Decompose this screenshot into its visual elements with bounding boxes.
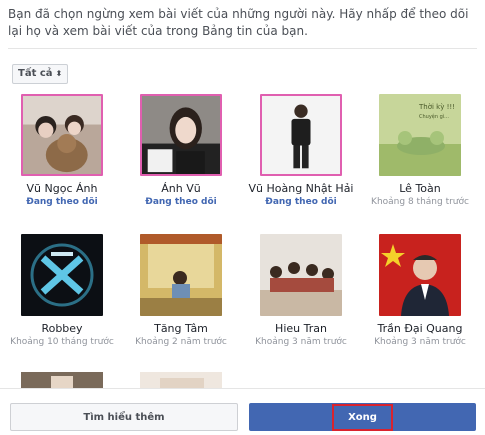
avatar[interactable] bbox=[21, 94, 103, 176]
person-card[interactable]: Ánh Vũ Đang theo dõi bbox=[121, 94, 241, 207]
person-name[interactable]: Hieu Tran bbox=[241, 322, 361, 335]
svg-text:Chuyện gì...: Chuyện gì... bbox=[419, 113, 449, 120]
person-card[interactable]: Trần Đại Quang Khoảng 3 năm trước bbox=[360, 234, 480, 347]
avatar[interactable] bbox=[140, 94, 222, 176]
avatar-partial[interactable] bbox=[21, 372, 103, 388]
done-label: Xong bbox=[332, 403, 393, 431]
person-status: Khoảng 8 tháng trước bbox=[371, 197, 469, 207]
sort-icon: ⬍ bbox=[55, 69, 63, 78]
person-status[interactable]: Đang theo dõi bbox=[2, 197, 122, 207]
person-name[interactable]: Trần Đại Quang bbox=[360, 322, 480, 335]
filter-label: Tất cả bbox=[18, 68, 53, 79]
intro-text: Bạn đã chọn ngừng xem bài viết của những… bbox=[8, 7, 469, 38]
avatar[interactable]: Thời kỳ !!! Chuyện gì... bbox=[379, 94, 461, 176]
person-status: Khoảng 2 năm trước bbox=[135, 337, 227, 347]
svg-text:Thời kỳ !!!: Thời kỳ !!! bbox=[418, 103, 455, 111]
person-name[interactable]: Robbey bbox=[2, 322, 122, 335]
person-card[interactable]: Robbey Khoảng 10 tháng trước bbox=[2, 234, 122, 347]
done-button[interactable]: Xong bbox=[249, 403, 476, 431]
person-name[interactable]: Ánh Vũ bbox=[121, 182, 241, 195]
avatar[interactable] bbox=[21, 234, 103, 316]
filter-dropdown[interactable]: Tất cả ⬍ bbox=[12, 64, 69, 84]
person-card[interactable]: Tăng Tâm Khoảng 2 năm trước bbox=[121, 234, 241, 347]
person-status[interactable]: Đang theo dõi bbox=[121, 197, 241, 207]
person-card[interactable]: Hieu Tran Khoảng 3 năm trước bbox=[241, 234, 361, 347]
avatar[interactable] bbox=[260, 234, 342, 316]
person-status: Khoảng 10 tháng trước bbox=[10, 337, 114, 347]
avatar[interactable] bbox=[379, 234, 461, 316]
person-card[interactable]: Vũ Ngọc Ánh Đang theo dõi bbox=[2, 94, 122, 207]
learn-more-button[interactable]: Tìm hiểu thêm bbox=[10, 403, 238, 431]
avatar-partial[interactable] bbox=[140, 372, 222, 388]
person-status: Khoảng 3 năm trước bbox=[374, 337, 466, 347]
person-card[interactable]: Thời kỳ !!! Chuyện gì... Lê Toàn Khoảng … bbox=[360, 94, 480, 207]
divider bbox=[8, 48, 477, 49]
person-status: Khoảng 3 năm trước bbox=[255, 337, 347, 347]
person-name[interactable]: Vũ Hoàng Nhật Hải bbox=[241, 182, 361, 195]
avatar[interactable] bbox=[140, 234, 222, 316]
dialog-footer: Tìm hiểu thêm Xong bbox=[0, 388, 485, 435]
learn-more-label: Tìm hiểu thêm bbox=[83, 411, 165, 423]
avatar[interactable] bbox=[260, 94, 342, 176]
person-card[interactable]: Vũ Hoàng Nhật Hải Đang theo dõi bbox=[241, 94, 361, 207]
person-name[interactable]: Vũ Ngọc Ánh bbox=[2, 182, 122, 195]
person-status[interactable]: Đang theo dõi bbox=[241, 197, 361, 207]
person-name[interactable]: Lê Toàn bbox=[360, 182, 480, 195]
person-name[interactable]: Tăng Tâm bbox=[121, 322, 241, 335]
